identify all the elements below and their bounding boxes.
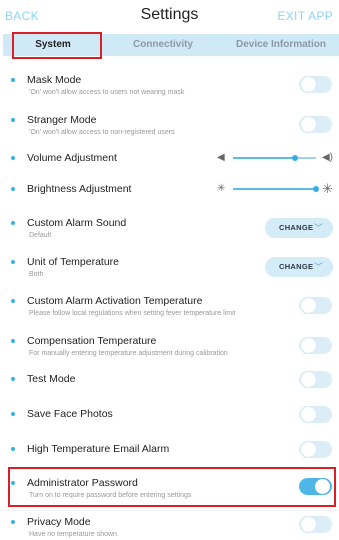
speaker-high-icon: ◀)	[321, 152, 333, 163]
setting-temperature-unit: Unit of Temperature Both CHANGE ﹀	[0, 254, 339, 284]
slider-fill	[233, 157, 295, 159]
setting-compensation-temperature: Compensation Temperature For manually en…	[0, 333, 339, 363]
alarm-temperature-label: Custom Alarm Activation Temperature	[27, 295, 203, 307]
tab-connectivity[interactable]: Connectivity	[103, 34, 223, 56]
alarm-temperature-toggle[interactable]	[299, 297, 332, 314]
bullet	[11, 520, 15, 524]
toggle-knob	[301, 77, 316, 92]
temperature-unit-value: Both	[29, 271, 44, 278]
setting-test-mode: Test Mode	[0, 371, 339, 391]
email-alarm-toggle[interactable]	[299, 441, 332, 458]
bullet	[11, 156, 15, 160]
slider-fill	[233, 188, 316, 190]
stranger-mode-label: Stranger Mode	[27, 114, 97, 126]
privacy-mode-description: Have no temperature shown.	[29, 531, 119, 538]
bullet	[11, 118, 15, 122]
test-mode-toggle[interactable]	[299, 371, 332, 388]
privacy-mode-label: Privacy Mode	[27, 516, 91, 528]
setting-save-face-photos: Save Face Photos	[0, 406, 339, 426]
alarm-sound-change-button[interactable]: CHANGE ﹀	[265, 218, 333, 238]
save-face-toggle[interactable]	[299, 406, 332, 423]
slider-thumb[interactable]	[292, 155, 298, 161]
bullet	[11, 339, 15, 343]
bullet	[11, 299, 15, 303]
volume-label: Volume Adjustment	[27, 152, 117, 164]
toggle-knob	[301, 407, 316, 422]
header: BACK Settings EXIT APP	[0, 0, 339, 32]
setting-email-alarm: High Temperature Email Alarm	[0, 441, 339, 461]
change-label: CHANGE	[279, 223, 314, 232]
divider	[0, 510, 339, 511]
bullet	[11, 412, 15, 416]
temperature-unit-change-button[interactable]: CHANGE ﹀	[265, 257, 333, 277]
chevron-down-icon: ﹀	[313, 262, 323, 272]
temperature-unit-label: Unit of Temperature	[27, 256, 120, 268]
setting-alarm-temperature: Custom Alarm Activation Temperature Plea…	[0, 293, 339, 323]
mask-mode-toggle[interactable]	[299, 76, 332, 93]
admin-highlight-box	[8, 467, 336, 507]
toggle-knob	[301, 338, 316, 353]
bullet	[11, 260, 15, 264]
stranger-mode-toggle[interactable]	[299, 116, 332, 133]
bullet	[11, 447, 15, 451]
brightness-slider[interactable]: ✳ ✳	[217, 182, 333, 196]
tab-device-information[interactable]: Device Information	[223, 34, 339, 56]
stranger-mode-description: 'On' won't allow access to non-registere…	[29, 129, 175, 136]
compensation-label: Compensation Temperature	[27, 335, 157, 347]
brightness-label: Brightness Adjustment	[27, 183, 132, 195]
chevron-down-icon: ﹀	[313, 223, 323, 233]
speaker-low-icon: ◀	[217, 152, 225, 163]
toggle-knob	[301, 298, 316, 313]
toggle-knob	[301, 117, 316, 132]
toggle-knob	[301, 517, 316, 532]
alarm-sound-label: Custom Alarm Sound	[27, 217, 127, 229]
bullet	[11, 377, 15, 381]
setting-alarm-sound: Custom Alarm Sound Default CHANGE ﹀	[0, 215, 339, 245]
mask-mode-label: Mask Mode	[27, 74, 82, 86]
alarm-temperature-description: Please follow local regulations when set…	[29, 310, 236, 317]
bullet	[11, 78, 15, 82]
setting-stranger-mode: Stranger Mode 'On' won't allow access to…	[0, 112, 339, 142]
sun-high-icon: ✳	[322, 181, 333, 196]
tab-highlight-box	[12, 32, 102, 59]
compensation-toggle[interactable]	[299, 337, 332, 354]
sun-low-icon: ✳	[217, 183, 226, 194]
bullet	[11, 221, 15, 225]
setting-brightness: Brightness Adjustment ✳ ✳	[0, 181, 339, 199]
setting-mask-mode: Mask Mode 'On' won't allow access to use…	[0, 72, 339, 102]
toggle-knob	[301, 442, 316, 457]
privacy-mode-toggle[interactable]	[299, 516, 332, 533]
compensation-description: For manually entering temperature adjust…	[29, 350, 228, 357]
volume-slider[interactable]: ◀ ◀)	[217, 151, 333, 165]
test-mode-label: Test Mode	[27, 373, 76, 385]
bullet	[11, 187, 15, 191]
change-label: CHANGE	[279, 262, 314, 271]
save-face-label: Save Face Photos	[27, 408, 113, 420]
alarm-sound-value: Default	[29, 232, 52, 239]
setting-privacy-mode: Privacy Mode Have no temperature shown.	[0, 514, 339, 540]
toggle-knob	[301, 372, 316, 387]
slider-thumb[interactable]	[313, 186, 319, 192]
exit-app-button[interactable]: EXIT APP	[277, 9, 333, 23]
mask-mode-description: 'On' won't allow access to users not wea…	[29, 89, 185, 96]
email-alarm-label: High Temperature Email Alarm	[27, 443, 170, 455]
setting-volume: Volume Adjustment ◀ ◀)	[0, 150, 339, 168]
